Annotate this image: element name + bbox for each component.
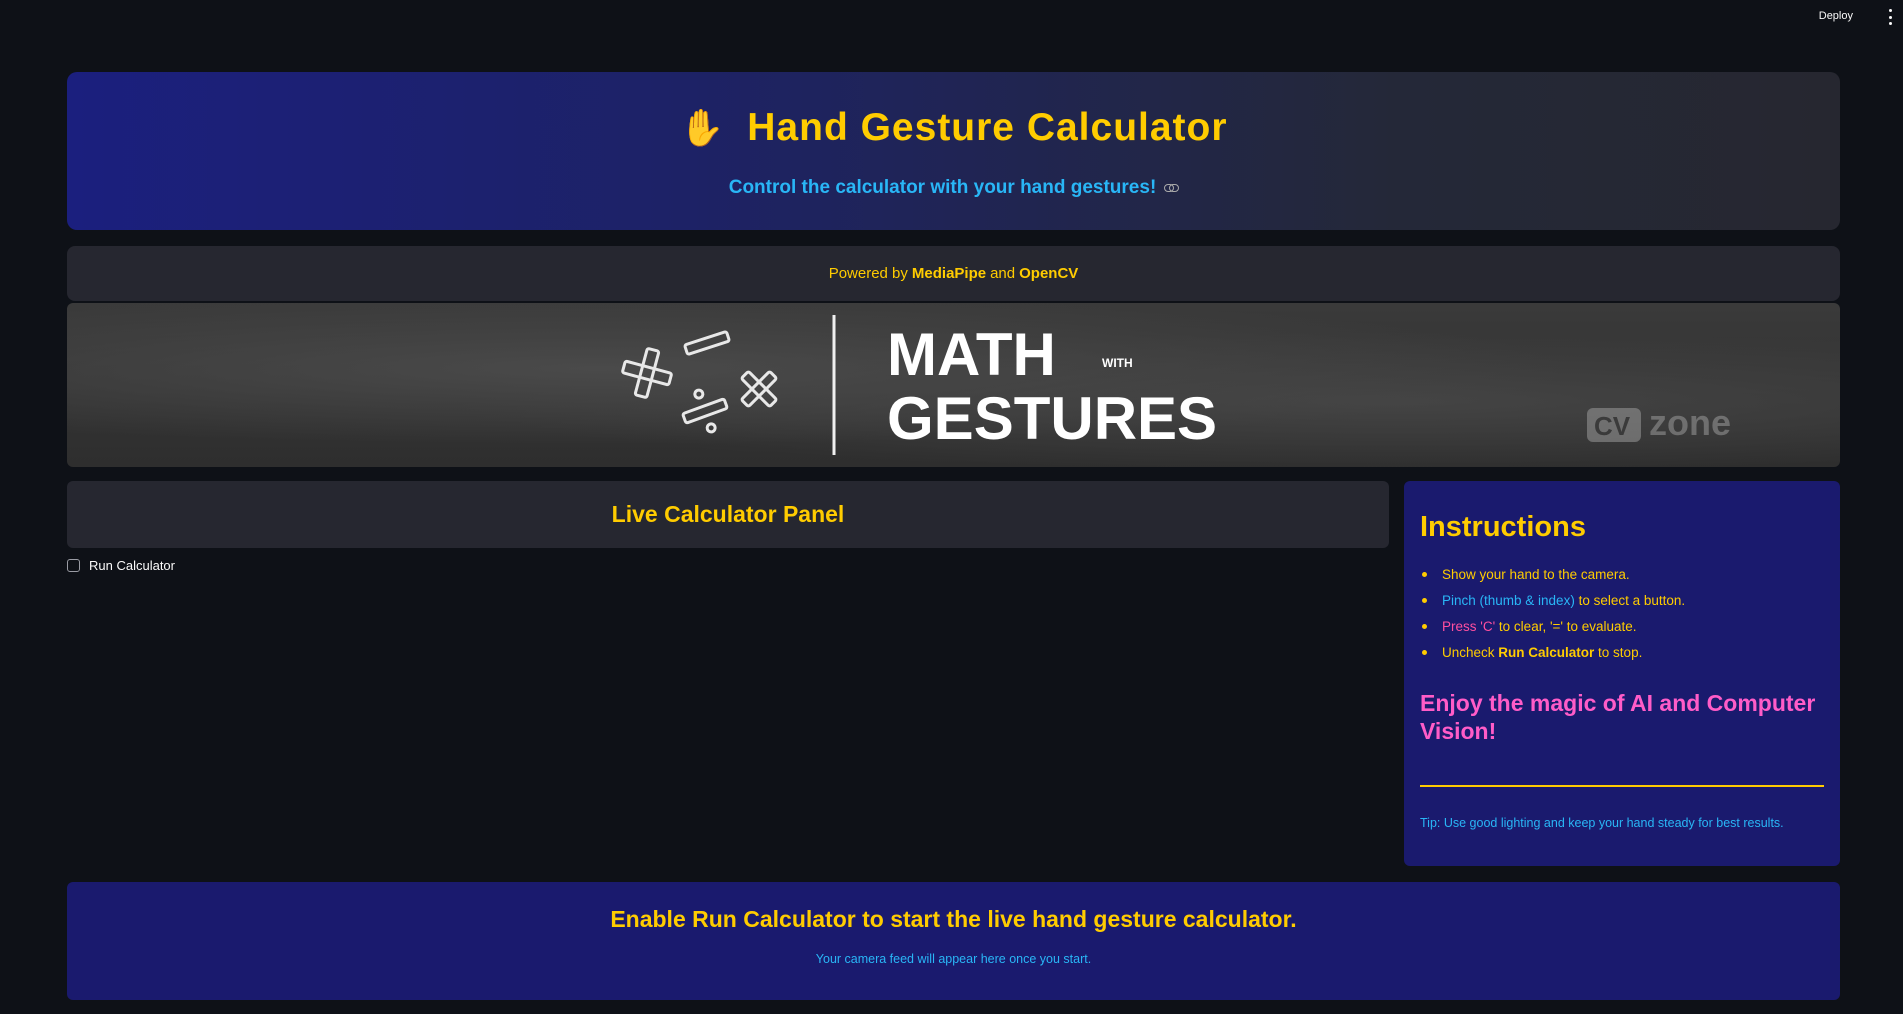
live-panel-title: Live Calculator Panel	[611, 501, 845, 527]
tip-text: Tip: Use good lighting and keep your han…	[1420, 816, 1784, 830]
instructions-card: Instructions Show your hand to the camer…	[1404, 481, 1840, 866]
powered-by-joiner: and	[990, 265, 1016, 282]
page-subtitle: Control the calculator with your hand ge…	[67, 177, 1840, 199]
instructions-list: Show your hand to the camera. Pinch (thu…	[1420, 567, 1685, 671]
start-info-title: Enable Run Calculator to start the live …	[610, 906, 1297, 932]
instruction-text: to clear, '=' to evaluate.	[1495, 619, 1637, 634]
enjoy-message: Enjoy the magic of AI and Computer Visio…	[1420, 690, 1816, 744]
link-icon[interactable]	[1164, 184, 1180, 192]
instruction-text: Show your hand to the camera.	[1442, 567, 1630, 582]
banner-art: MATH WITH GESTURES CV zone	[621, 315, 1731, 455]
cvzone-logo-box-text: CV	[1594, 411, 1631, 441]
top-bar: Deploy	[0, 0, 1903, 35]
instructions-title: Instructions	[1420, 511, 1586, 543]
powered-by-card: Powered by MediaPipe and OpenCV	[67, 246, 1840, 301]
live-calculator-panel: Live Calculator Panel	[67, 481, 1389, 548]
run-calculator-label[interactable]: Run Calculator	[89, 558, 175, 573]
deploy-button[interactable]: Deploy	[1819, 10, 1853, 22]
instruction-text: to select a button.	[1574, 593, 1686, 608]
run-calculator-checkbox[interactable]: Run Calculator	[67, 558, 175, 573]
checkbox-box[interactable]	[67, 559, 80, 572]
powered-by-prefix: Powered by	[828, 265, 908, 282]
start-info-subtitle: Your camera feed will appear here once y…	[815, 952, 1092, 966]
powered-by-opencv: OpenCV	[1019, 265, 1079, 282]
header-card: ✋ Hand Gesture Calculator Control the ca…	[67, 72, 1840, 230]
instruction-text: to stop.	[1594, 645, 1643, 660]
list-item: Uncheck Run Calculator to stop.	[1420, 645, 1685, 671]
banner-math-text: MATH	[887, 321, 1056, 388]
start-info-card: Enable Run Calculator to start the live …	[67, 882, 1840, 1000]
list-item: Pinch (thumb & index) to select a button…	[1420, 593, 1685, 619]
math-symbols-icon	[621, 330, 778, 434]
cvzone-logo-text: zone	[1649, 402, 1731, 443]
instruction-highlight: Press 'C'	[1442, 619, 1496, 634]
cvzone-logo: CV zone	[1587, 402, 1731, 443]
divide-symbol	[681, 388, 729, 434]
powered-by-mediapipe: MediaPipe	[911, 265, 987, 282]
list-item: Press 'C' to clear, '=' to evaluate.	[1420, 619, 1685, 645]
instruction-highlight: Pinch (thumb & index)	[1442, 593, 1575, 608]
page-subtitle-text: Control the calculator with your hand ge…	[728, 177, 1157, 198]
page-title: ✋ Hand Gesture Calculator	[67, 106, 1840, 150]
list-item: Show your hand to the camera.	[1420, 567, 1685, 593]
kebab-menu-icon[interactable]	[1885, 9, 1895, 25]
instruction-text: Uncheck	[1442, 645, 1499, 660]
banner-gestures-text: GESTURES	[887, 385, 1217, 452]
divider	[1420, 785, 1824, 787]
math-with-gestures-banner: MATH WITH GESTURES CV zone	[67, 303, 1840, 467]
page-title-text: Hand Gesture Calculator	[747, 106, 1228, 149]
instruction-bold: Run Calculator	[1498, 645, 1595, 660]
minus-symbol	[683, 330, 731, 356]
raised-hand-icon: ✋	[679, 107, 726, 148]
banner-with-text: WITH	[1102, 356, 1133, 370]
times-symbol	[740, 370, 778, 408]
plus-symbol	[621, 347, 673, 399]
